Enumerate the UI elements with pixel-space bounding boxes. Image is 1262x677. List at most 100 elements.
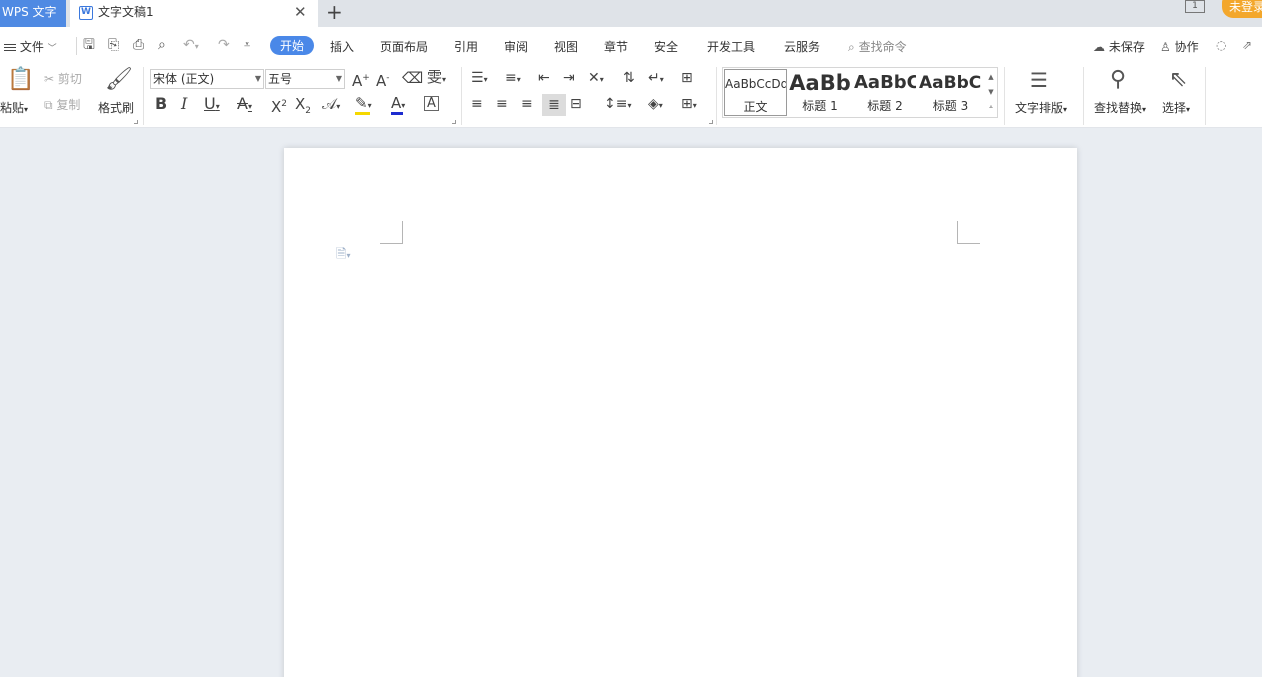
style-heading-3[interactable]: AaBbCc 标题 3 xyxy=(919,69,982,116)
save-icon[interactable]: 🖫 xyxy=(83,37,95,53)
line-spacing-icon[interactable]: ↕≡▾ xyxy=(604,96,631,114)
scroll-up-icon[interactable]: ▲ xyxy=(985,70,997,85)
highlight-icon[interactable]: ✎▾ xyxy=(355,95,372,115)
sort-icon[interactable]: ⇅ xyxy=(623,70,635,86)
divider xyxy=(1004,67,1005,125)
paste-button[interactable]: 📋 粘贴▾ xyxy=(0,68,34,116)
font-name-select[interactable]: 宋体 (正文) ▼ xyxy=(150,69,264,89)
tab-review[interactable]: 审阅 xyxy=(504,38,528,55)
copy-button[interactable]: ⧉ 复制 xyxy=(44,97,80,113)
margin-corner-top-right xyxy=(957,221,980,244)
copy-icon: ⧉ xyxy=(44,98,53,112)
character-border-icon[interactable]: A xyxy=(424,96,439,111)
format-painter-label: 格式刷 xyxy=(98,101,135,115)
borders-icon[interactable]: ⊞▾ xyxy=(681,96,697,114)
scroll-down-icon[interactable]: ▼ xyxy=(985,85,997,100)
style-heading-2[interactable]: AaBbC 标题 2 xyxy=(854,69,916,116)
styles-gallery: AaBbCcDd 正文 AaBb 标题 1 AaBbC 标题 2 AaBbCc … xyxy=(722,67,998,118)
document-assistant-icon[interactable]: 🗎▾ xyxy=(336,245,350,267)
new-tab-button[interactable]: + xyxy=(326,0,343,24)
superscript-icon[interactable]: X2 xyxy=(271,96,287,115)
font-color-icon[interactable]: A▾ xyxy=(391,95,405,115)
styles-scroll[interactable]: ▲ ▼ ⩡ xyxy=(985,70,997,115)
style-name: 标题 1 xyxy=(802,99,838,113)
tab-cloud-services[interactable]: 云服务 xyxy=(784,38,820,55)
paragraph-dialog-launcher-icon[interactable] xyxy=(709,120,713,124)
tab-view[interactable]: 视图 xyxy=(554,38,578,55)
distributed-align-icon[interactable]: ⊟ xyxy=(570,96,582,112)
share-icon[interactable]: ⇗ xyxy=(1242,38,1252,52)
file-menu-button[interactable]: 文件 ﹀ xyxy=(4,38,57,55)
print-icon[interactable]: ⎙ xyxy=(133,37,144,53)
style-heading-1[interactable]: AaBb 标题 1 xyxy=(789,69,851,116)
file-menu-label: 文件 xyxy=(19,40,44,54)
increase-indent-icon[interactable]: ⇥ xyxy=(563,70,575,86)
more-styles-icon[interactable]: ⩡ xyxy=(985,100,997,115)
tab-developer-tools[interactable]: 开发工具 xyxy=(707,38,755,55)
export-pdf-icon[interactable]: ⎘ xyxy=(108,37,119,53)
tab-page-layout[interactable]: 页面布局 xyxy=(380,38,428,55)
tab-references[interactable]: 引用 xyxy=(454,38,478,55)
clipboard-dialog-launcher-icon[interactable] xyxy=(134,120,138,124)
shrink-font-icon[interactable]: A- xyxy=(376,70,390,89)
align-left-icon[interactable]: ≡ xyxy=(471,96,483,112)
app-tab-wps[interactable]: WPS 文字 xyxy=(0,0,66,27)
document-page[interactable]: 🗎▾ xyxy=(284,148,1077,677)
font-color-bar xyxy=(391,112,403,115)
tab-home[interactable]: 开始 xyxy=(270,36,315,55)
redo-icon[interactable]: ↷ xyxy=(218,37,230,53)
tab-chapter[interactable]: 章节 xyxy=(604,38,628,55)
customize-toolbar-icon[interactable]: ⩡ xyxy=(244,37,250,53)
chinese-layout-icon[interactable]: ✕▾ xyxy=(588,70,604,88)
format-painter-button[interactable]: 🖌 格式刷 xyxy=(98,68,134,116)
numbered-list-icon[interactable]: ≡▾ xyxy=(505,70,521,88)
search-icon: ⌕ xyxy=(848,40,855,54)
comment-icon[interactable]: ◌ xyxy=(1216,38,1226,52)
subscript-icon[interactable]: X2 xyxy=(295,96,311,119)
shading-icon[interactable]: ◈▾ xyxy=(648,96,663,114)
undo-icon[interactable]: ↶▾ xyxy=(183,37,199,55)
align-center-icon[interactable]: ≡ xyxy=(496,96,508,112)
tab-security[interactable]: 安全 xyxy=(654,38,678,55)
unsaved-status-button[interactable]: ☁ 未保存 xyxy=(1093,38,1145,55)
command-search[interactable]: ⌕ 查找命令 xyxy=(848,38,907,55)
bullet-list-icon[interactable]: ☰▾ xyxy=(471,70,488,88)
tab-insert[interactable]: 插入 xyxy=(330,38,354,55)
cloud-icon: ☁ xyxy=(1093,40,1105,54)
table-tab-icon[interactable]: ⊞ xyxy=(681,70,693,86)
document-tab-title: 文字文稿1 xyxy=(98,5,154,19)
font-size-select[interactable]: 五号 ▼ xyxy=(265,69,345,89)
style-normal[interactable]: AaBbCcDd 正文 xyxy=(724,69,787,116)
cut-button[interactable]: ✂ 剪切 xyxy=(44,71,82,87)
decrease-indent-icon[interactable]: ⇤ xyxy=(538,70,550,86)
text-effects-icon[interactable]: 𝒜▾ xyxy=(322,96,340,115)
style-preview: AaBb xyxy=(789,71,851,95)
copy-label: 复制 xyxy=(56,98,81,112)
document-tab[interactable]: W 文字文稿1 ✕ xyxy=(70,0,318,27)
login-button[interactable]: 未登录 xyxy=(1222,0,1262,18)
title-bar: WPS 文字 W 文字文稿1 ✕ + 1 未登录 xyxy=(0,0,1262,27)
select-button[interactable]: ⇖ 选择▾ xyxy=(1162,68,1190,116)
font-dialog-launcher-icon[interactable] xyxy=(452,120,456,124)
align-right-icon[interactable]: ≡ xyxy=(521,96,533,112)
document-canvas[interactable]: 🗎▾ xyxy=(0,129,1262,677)
highlight-color-bar xyxy=(355,112,370,115)
strikethrough-icon[interactable]: A▾ xyxy=(237,96,252,115)
bold-icon[interactable]: B xyxy=(155,96,167,112)
find-replace-button[interactable]: ⚲ 查找替换▾ xyxy=(1094,68,1146,116)
text-layout-button[interactable]: ☰ 文字排版▾ xyxy=(1015,68,1067,115)
unsaved-label: 未保存 xyxy=(1108,40,1145,54)
underline-icon[interactable]: U▾ xyxy=(204,96,220,115)
grow-font-icon[interactable]: A+ xyxy=(352,70,370,89)
italic-icon[interactable]: I xyxy=(181,96,187,112)
show-marks-icon[interactable]: ↵▾ xyxy=(648,70,664,88)
window-count-badge[interactable]: 1 xyxy=(1185,0,1205,13)
phonetic-guide-icon[interactable]: 雯▾ xyxy=(427,69,446,88)
margin-corner-top-left xyxy=(380,221,403,244)
justify-icon[interactable]: ≣ xyxy=(542,94,566,116)
collaborate-button[interactable]: ♙ 协作 xyxy=(1160,38,1199,55)
font-name-value: 宋体 (正文) xyxy=(153,72,215,86)
print-preview-icon[interactable]: ⌕ xyxy=(158,37,166,53)
clear-formatting-icon[interactable]: ⌫ xyxy=(402,70,423,86)
close-tab-icon[interactable]: ✕ xyxy=(294,0,307,25)
